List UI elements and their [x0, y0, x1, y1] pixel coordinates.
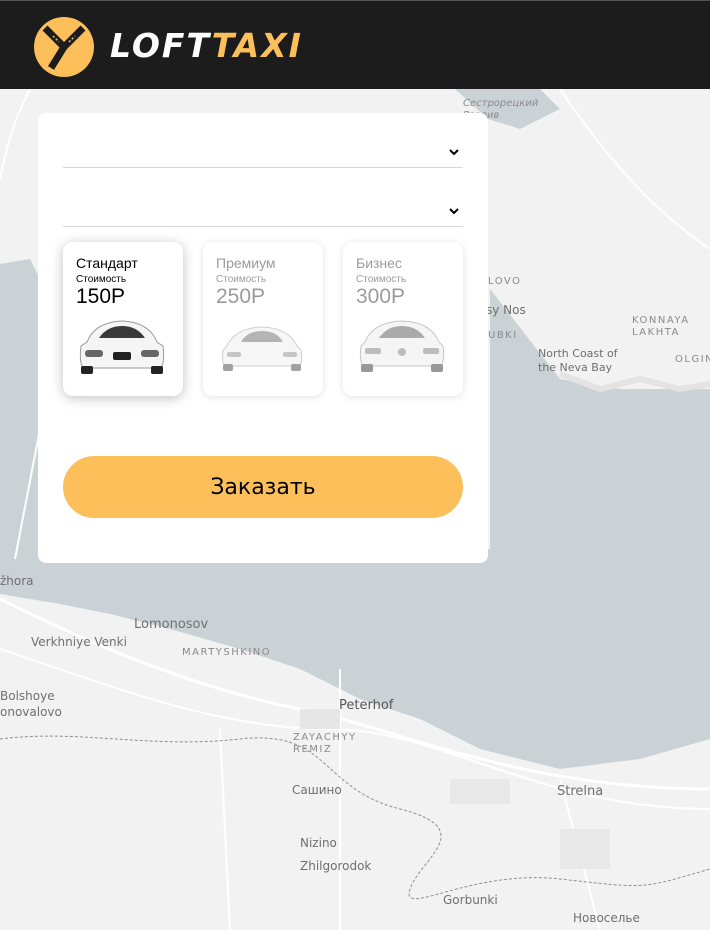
tariff-caption: Стоимость	[356, 274, 407, 285]
chevron-down-icon	[449, 208, 459, 215]
map-label-nizino: Nizino	[300, 836, 337, 850]
map-label-strelna: Strelna	[557, 784, 604, 799]
map-label-sy-nos: sy Nos	[486, 303, 526, 317]
map-label-olgin: OLGIN	[675, 354, 710, 365]
map-label-verkhniye: Verkhniye Venki	[31, 635, 127, 649]
map-label-gorbunki: Gorbunki	[443, 893, 498, 907]
from-address-select[interactable]	[63, 137, 463, 168]
map-label-sashino: Сашино	[292, 783, 342, 797]
map-label-peterhof: Peterhof	[339, 698, 394, 713]
tariff-caption: Стоимость	[216, 274, 267, 285]
tariff-price: 300Р	[356, 285, 406, 308]
order-panel: Стандарт Стоимость 150Р Премиум Стоимост…	[38, 113, 488, 563]
tariff-price: 150Р	[76, 285, 126, 308]
tariff-name: Стандарт	[76, 255, 138, 271]
app-header: LOFTTAXI	[0, 0, 710, 89]
order-button[interactable]: Заказать	[63, 456, 463, 518]
logo-icon[interactable]	[33, 16, 95, 78]
tariff-price: 250Р	[216, 285, 266, 308]
map-label-ubki: UBKI	[488, 330, 518, 341]
to-address-select[interactable]	[63, 196, 463, 227]
map-label-novoselye: Новоселье	[573, 911, 640, 925]
tariff-card-standard[interactable]: Стандарт Стоимость 150Р	[63, 242, 183, 396]
map-label-lovo: LOVO	[488, 276, 522, 287]
logo-text-loft: LOFT	[110, 26, 212, 65]
map-label-north-coast: North Coast of the Neva Bay	[538, 347, 618, 374]
logo-wordmark: LOFTTAXI	[110, 23, 303, 69]
map-label-martyshkino: MARTYSHKINO	[182, 647, 272, 658]
map-label-lomonosov: Lomonosov	[134, 617, 209, 632]
tariff-name: Бизнес	[356, 255, 402, 271]
car-business-icon	[359, 320, 445, 372]
map-label-onovalovo: onovalovo	[0, 705, 62, 719]
tariff-name: Премиум	[216, 255, 276, 271]
map-label-konnaya: KONNAYA LAKHTA	[632, 315, 690, 338]
tariff-card-business[interactable]: Бизнес Стоимость 300Р	[343, 242, 463, 396]
tariff-card-premium[interactable]: Премиум Стоимость 250Р	[203, 242, 323, 396]
map-label-bolshoye: Bolshoye	[0, 689, 55, 703]
car-standard-icon	[79, 320, 165, 374]
map-label-zhilgorodok: Zhilgorodok	[300, 859, 372, 873]
map-label-zayachiy: ZAYACHYY REMIZ	[293, 732, 357, 755]
car-premium-icon	[221, 326, 303, 371]
tariff-caption: Стоимость	[76, 274, 127, 285]
chevron-down-icon	[449, 149, 459, 156]
logo-text-taxi: TAXI	[211, 26, 303, 65]
map-label-zhora: žhora	[0, 574, 34, 588]
